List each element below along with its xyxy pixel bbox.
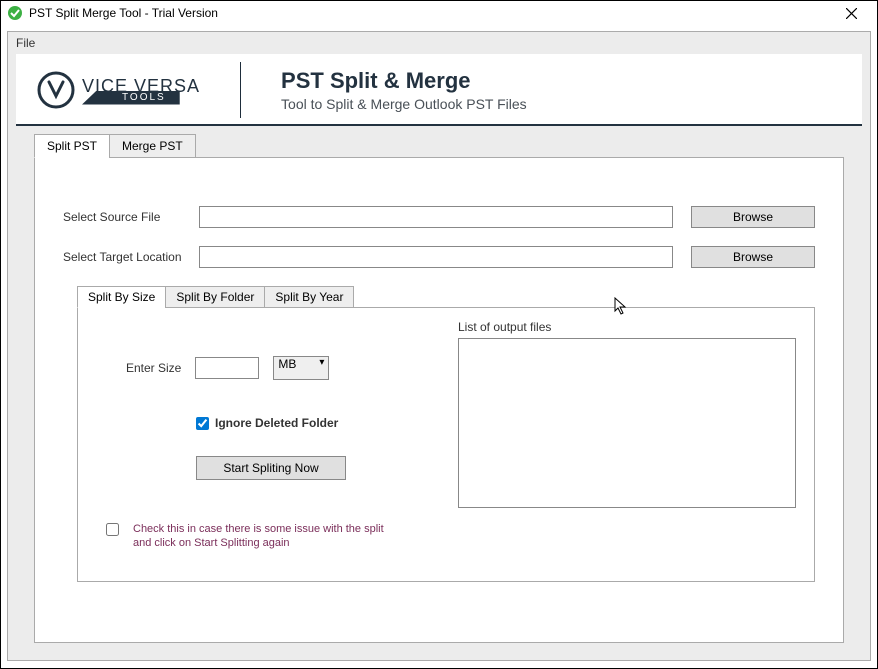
browse-target-button[interactable]: Browse: [691, 246, 815, 268]
output-files-label: List of output files: [458, 320, 796, 334]
retry-warning-text: Check this in case there is some issue w…: [133, 522, 403, 551]
target-location-input[interactable]: [199, 246, 673, 268]
header-banner: VICE VERSA TOOLS PST Split & Merge Tool …: [16, 54, 862, 124]
main-tabs: Split PST Merge PST: [34, 134, 870, 158]
vertical-divider: [240, 62, 241, 118]
output-files-list[interactable]: [458, 338, 796, 508]
title-bar: PST Split Merge Tool - Trial Version: [1, 1, 877, 25]
ignore-deleted-checkbox[interactable]: [196, 417, 209, 430]
ignore-deleted-label: Ignore Deleted Folder: [215, 416, 338, 430]
content-panel: Select Source File Browse Select Target …: [34, 157, 844, 643]
size-unit-select[interactable]: MB: [273, 356, 329, 380]
start-splitting-button[interactable]: Start Spliting Now: [196, 456, 346, 480]
source-file-input[interactable]: [199, 206, 673, 228]
banner-underline: [16, 124, 862, 126]
browse-source-button[interactable]: Browse: [691, 206, 815, 228]
tab-merge-pst[interactable]: Merge PST: [109, 134, 196, 158]
retry-checkbox[interactable]: [106, 523, 119, 536]
size-input[interactable]: [195, 357, 259, 379]
logo-subtext: TOOLS: [82, 91, 180, 105]
header-title: PST Split & Merge: [281, 68, 527, 94]
app-icon: [7, 5, 23, 21]
logo-icon: [36, 70, 76, 110]
window-title: PST Split Merge Tool - Trial Version: [29, 6, 831, 20]
tab-split-by-year[interactable]: Split By Year: [264, 286, 354, 308]
target-location-label: Select Target Location: [63, 250, 189, 264]
source-file-label: Select Source File: [63, 210, 189, 224]
header-subtitle: Tool to Split & Merge Outlook PST Files: [281, 96, 527, 112]
tab-split-by-folder[interactable]: Split By Folder: [165, 286, 265, 308]
enter-size-label: Enter Size: [126, 361, 181, 375]
tab-split-pst[interactable]: Split PST: [34, 134, 110, 158]
logo: VICE VERSA TOOLS: [36, 70, 200, 110]
menu-file[interactable]: File: [16, 36, 35, 50]
outer-frame: File VICE VERSA TOOLS PST Split & Merge …: [7, 31, 871, 661]
close-button[interactable]: [831, 2, 871, 24]
sub-tabs: Split By Size Split By Folder Split By Y…: [77, 286, 815, 308]
sub-content: Enter Size MB Ignore Deleted Folder Star…: [77, 307, 815, 582]
tab-split-by-size[interactable]: Split By Size: [77, 286, 166, 308]
menu-bar: File: [8, 32, 870, 54]
